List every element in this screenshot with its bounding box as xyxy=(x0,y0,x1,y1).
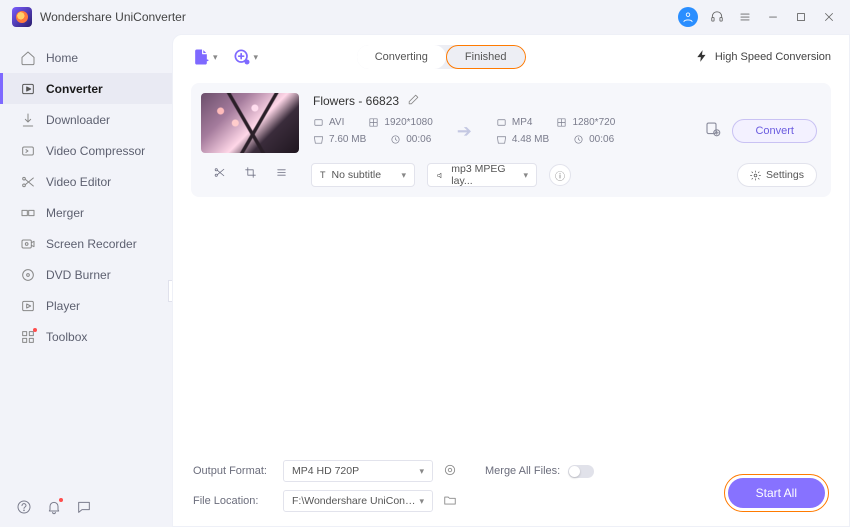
sidebar-item-converter[interactable]: Converter xyxy=(0,73,172,104)
output-format-select[interactable]: MP4 HD 720P▾ xyxy=(283,460,433,482)
file-card: Flowers - 66823 AVI 1920*1080 7.60 MB 00… xyxy=(191,83,831,197)
toolbar: ▾ ▾ Converting Finished High Speed Conve… xyxy=(173,35,849,79)
sidebar-item-label: Video Compressor xyxy=(46,144,145,158)
edit-title-icon[interactable] xyxy=(407,93,420,109)
sidebar-item-home[interactable]: Home xyxy=(0,42,172,73)
sidebar-item-label: Downloader xyxy=(46,113,110,127)
add-folder-button[interactable]: ▾ xyxy=(232,47,259,67)
info-icon[interactable]: ⓘ xyxy=(549,164,571,186)
sidebar-item-dvd[interactable]: DVD Burner xyxy=(0,259,172,290)
high-speed-toggle[interactable]: High Speed Conversion xyxy=(695,49,831,66)
crop-icon[interactable] xyxy=(244,166,257,184)
sidebar-item-player[interactable]: Player xyxy=(0,290,172,321)
merge-toggle[interactable] xyxy=(568,465,594,478)
sidebar: Home Converter Downloader Video Compress… xyxy=(0,34,172,527)
source-meta: AVI 1920*1080 7.60 MB 00:06 xyxy=(313,117,433,145)
converter-icon xyxy=(20,81,36,97)
main-panel: ▾ ▾ Converting Finished High Speed Conve… xyxy=(172,34,850,527)
sidebar-item-toolbox[interactable]: Toolbox xyxy=(0,321,172,352)
sidebar-item-downloader[interactable]: Downloader xyxy=(0,104,172,135)
add-file-button[interactable]: ▾ xyxy=(191,47,218,67)
output-settings-icon[interactable] xyxy=(704,120,722,143)
convert-button[interactable]: Convert xyxy=(732,119,817,143)
sidebar-item-compressor[interactable]: Video Compressor xyxy=(0,135,172,166)
video-thumbnail[interactable] xyxy=(201,93,299,153)
file-location-label: File Location: xyxy=(193,495,273,507)
sidebar-item-label: Screen Recorder xyxy=(46,237,137,251)
open-folder-icon[interactable] xyxy=(443,493,457,510)
sidebar-item-label: DVD Burner xyxy=(46,268,111,282)
merge-label: Merge All Files: xyxy=(485,465,560,477)
disc-icon xyxy=(20,267,36,283)
more-icon[interactable] xyxy=(275,166,288,184)
file-title: Flowers - 66823 xyxy=(313,94,399,108)
status-tabs: Converting Finished xyxy=(357,45,526,69)
audio-select[interactable]: mp3 MPEG lay...▾ xyxy=(427,163,537,187)
settings-button[interactable]: Settings xyxy=(737,163,817,187)
arrow-icon: ➔ xyxy=(447,121,482,142)
merger-icon xyxy=(20,205,36,221)
sidebar-item-label: Toolbox xyxy=(46,330,87,344)
tab-converting[interactable]: Converting xyxy=(357,45,446,69)
sidebar-item-label: Home xyxy=(46,51,78,65)
sidebar-item-label: Player xyxy=(46,299,80,313)
feedback-icon[interactable] xyxy=(76,499,92,515)
target-meta: MP4 1280*720 4.48 MB 00:06 xyxy=(496,117,615,145)
home-icon xyxy=(20,50,36,66)
play-icon xyxy=(20,298,36,314)
close-button[interactable] xyxy=(820,8,838,26)
headset-icon[interactable] xyxy=(708,8,726,26)
sidebar-item-label: Video Editor xyxy=(46,175,111,189)
sidebar-footer xyxy=(16,499,92,515)
sidebar-item-recorder[interactable]: Screen Recorder xyxy=(0,228,172,259)
app-logo xyxy=(12,7,32,27)
bell-icon[interactable] xyxy=(46,499,62,515)
output-format-label: Output Format: xyxy=(193,465,273,477)
titlebar: Wondershare UniConverter xyxy=(0,0,850,34)
menu-icon[interactable] xyxy=(736,8,754,26)
recorder-icon xyxy=(20,236,36,252)
help-icon[interactable] xyxy=(16,499,32,515)
sidebar-item-merger[interactable]: Merger xyxy=(0,197,172,228)
app-title: Wondershare UniConverter xyxy=(40,10,186,24)
subtitle-select[interactable]: TNo subtitle▾ xyxy=(311,163,415,187)
trim-icon[interactable] xyxy=(213,166,226,184)
file-location-select[interactable]: F:\Wondershare UniConverter▾ xyxy=(283,490,433,512)
minimize-button[interactable] xyxy=(764,8,782,26)
bolt-icon xyxy=(695,49,709,66)
user-avatar[interactable] xyxy=(678,7,698,27)
scissors-icon xyxy=(20,174,36,190)
start-all-highlight: Start All xyxy=(724,474,829,512)
format-settings-icon[interactable] xyxy=(443,463,457,480)
start-all-button[interactable]: Start All xyxy=(728,478,825,508)
edit-tools xyxy=(201,166,299,184)
compressor-icon xyxy=(20,143,36,159)
sidebar-item-editor[interactable]: Video Editor xyxy=(0,166,172,197)
tab-finished[interactable]: Finished xyxy=(446,45,526,69)
bottom-bar: Output Format: MP4 HD 720P▾ Merge All Fi… xyxy=(173,450,849,526)
sidebar-item-label: Merger xyxy=(46,206,84,220)
download-icon xyxy=(20,112,36,128)
toolbox-icon xyxy=(20,329,36,345)
sidebar-item-label: Converter xyxy=(46,82,103,96)
high-speed-label: High Speed Conversion xyxy=(715,51,831,63)
maximize-button[interactable] xyxy=(792,8,810,26)
